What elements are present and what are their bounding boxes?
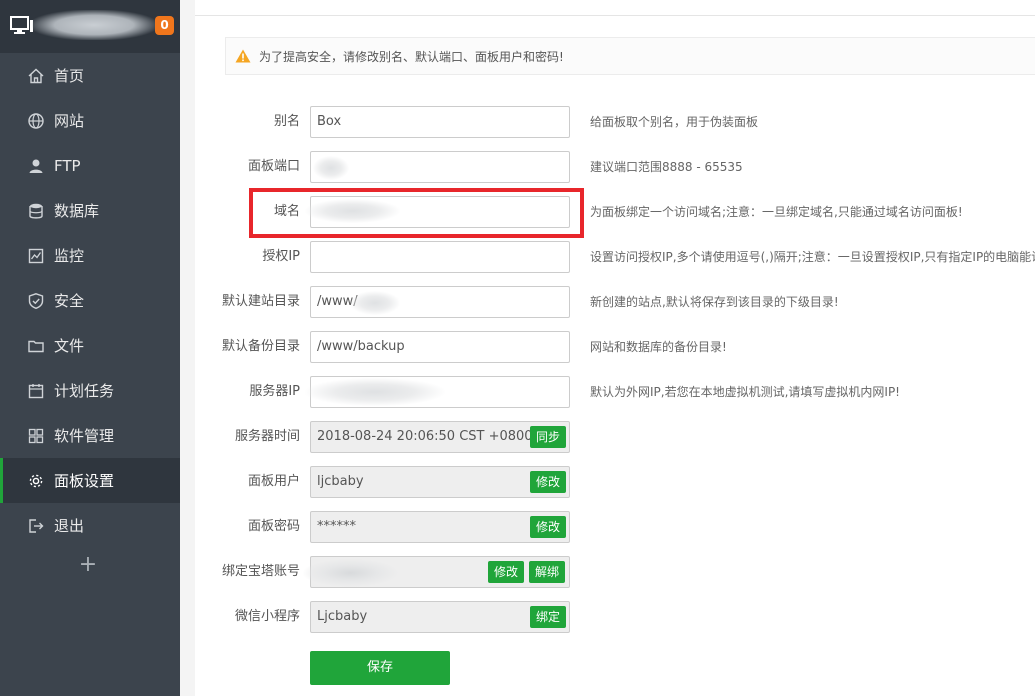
logout-icon xyxy=(27,517,45,535)
wechat-label: 微信小程序 xyxy=(234,609,300,624)
globe-icon xyxy=(27,112,45,130)
sidebar: 0 首页 网站 FTP 数据库 监控 安全 文件 计划任务 软件管理 面板设置 xyxy=(0,0,180,696)
sidebar-item-label: 退出 xyxy=(54,517,85,535)
edit-user-button[interactable]: 修改 xyxy=(530,471,567,493)
port-redacted xyxy=(313,156,349,180)
sidebar-item-monitor[interactable]: 监控 xyxy=(0,233,180,278)
sidebar-item-panel-settings[interactable]: 面板设置 xyxy=(0,458,180,503)
domain-highlight-box xyxy=(249,188,584,238)
sidebar-item-label: 软件管理 xyxy=(54,427,115,445)
port-input[interactable] xyxy=(310,151,570,183)
alert-text: 为了提高安全，请修改别名、默认端口、面板用户和密码! xyxy=(259,49,564,64)
sidebar-item-cron[interactable]: 计划任务 xyxy=(0,368,180,413)
port-hint: 建议端口范围8888 - 65535 xyxy=(590,160,743,174)
row-alias: 别名 Box 给面板取个别名，用于伪装面板 xyxy=(195,106,1035,138)
sidebar-item-label: 监控 xyxy=(54,247,85,265)
row-wechat: 微信小程序 Ljcbaby 绑定 xyxy=(195,601,1035,633)
auth-ip-label: 授权IP xyxy=(262,249,300,264)
site-dir-input[interactable]: /www/ xyxy=(310,286,570,318)
add-icon[interactable]: + xyxy=(78,554,98,576)
database-icon xyxy=(27,202,45,220)
calendar-icon xyxy=(27,382,45,400)
notification-badge[interactable]: 0 xyxy=(155,16,174,35)
site-dir-redacted xyxy=(350,291,400,315)
sidebar-item-database[interactable]: 数据库 xyxy=(0,188,180,233)
server-time-label: 服务器时间 xyxy=(234,429,300,444)
edit-password-button[interactable]: 修改 xyxy=(530,516,567,538)
backup-dir-label: 默认备份目录 xyxy=(221,339,300,354)
sidebar-item-ftp[interactable]: FTP xyxy=(0,143,180,188)
ftp-user-icon xyxy=(27,157,45,175)
row-bt-account: 绑定宝塔账号 修改 解绑 xyxy=(195,556,1035,588)
server-ip-label: 服务器IP xyxy=(249,384,300,399)
row-backup-dir: 默认备份目录 /www/backup 网站和数据库的备份目录! xyxy=(195,331,1035,363)
sidebar-item-files[interactable]: 文件 xyxy=(0,323,180,368)
domain-hint: 为面板绑定一个访问域名;注意：一旦绑定域名,只能通过域名访问面板! xyxy=(590,205,963,219)
unbind-bt-account-button[interactable]: 解绑 xyxy=(529,561,566,583)
sidebar-item-label: 数据库 xyxy=(54,202,100,220)
auth-ip-input[interactable] xyxy=(310,241,570,273)
sidebar-item-website[interactable]: 网站 xyxy=(0,98,180,143)
monitor-icon xyxy=(10,16,34,36)
row-auth-ip: 授权IP 设置访问授权IP,多个请使用逗号(,)隔开;注意：一旦设置授权IP,只… xyxy=(195,241,1035,273)
top-divider xyxy=(195,15,1035,16)
edit-bt-account-button[interactable]: 修改 xyxy=(488,561,525,583)
server-ip-redacted xyxy=(305,378,445,406)
home-icon xyxy=(27,67,45,85)
alias-input[interactable]: Box xyxy=(310,106,570,138)
sidebar-header: 0 xyxy=(0,0,180,53)
sidebar-item-software[interactable]: 软件管理 xyxy=(0,413,180,458)
main-content: 为了提高安全，请修改别名、默认端口、面板用户和密码! 别名 Box 给面板取个别… xyxy=(195,0,1035,696)
row-port: 面板端口 建议端口范围8888 - 65535 xyxy=(195,151,1035,183)
row-server-time: 服务器时间 2018-08-24 20:06:50 CST +0800 同步 xyxy=(195,421,1035,453)
security-alert: 为了提高安全，请修改别名、默认端口、面板用户和密码! xyxy=(225,37,1035,75)
sidebar-item-label: 文件 xyxy=(54,337,85,355)
site-dir-hint: 新创建的站点,默认将保存到该目录的下级目录! xyxy=(590,295,839,309)
port-label: 面板端口 xyxy=(247,159,300,174)
sidebar-item-label: 网站 xyxy=(54,112,85,130)
bt-account-label: 绑定宝塔账号 xyxy=(221,564,300,579)
monitor-chart-icon xyxy=(27,247,45,265)
bt-account-redacted xyxy=(303,559,398,587)
sidebar-item-label: 面板设置 xyxy=(54,472,115,490)
sidebar-item-label: 首页 xyxy=(54,67,85,85)
sidebar-item-security[interactable]: 安全 xyxy=(0,278,180,323)
sidebar-item-home[interactable]: 首页 xyxy=(0,53,180,98)
server-ip-hint: 默认为外网IP,若您在本地虚拟机测试,请填写虚拟机内网IP! xyxy=(590,385,900,399)
sidebar-item-label: FTP xyxy=(54,156,81,175)
row-panel-password: 面板密码 ****** 修改 xyxy=(195,511,1035,543)
shield-icon xyxy=(27,292,45,310)
sidebar-item-label: 计划任务 xyxy=(54,382,115,400)
warning-icon xyxy=(235,49,251,63)
backup-dir-hint: 网站和数据库的备份目录! xyxy=(590,340,727,354)
row-panel-user: 面板用户 ljcbaby 修改 xyxy=(195,466,1035,498)
auth-ip-hint: 设置访问授权IP,多个请使用逗号(,)隔开;注意：一旦设置授权IP,只有指定IP… xyxy=(590,250,1035,264)
sidebar-item-label: 安全 xyxy=(54,292,85,310)
bind-wechat-button[interactable]: 绑定 xyxy=(530,606,567,628)
site-dir-label: 默认建站目录 xyxy=(221,294,300,309)
alias-hint: 给面板取个别名，用于伪装面板 xyxy=(590,115,759,129)
backup-dir-input[interactable]: /www/backup xyxy=(310,331,570,363)
row-server-ip: 服务器IP 默认为外网IP,若您在本地虚拟机测试,请填写虚拟机内网IP! xyxy=(195,376,1035,408)
panel-user-label: 面板用户 xyxy=(247,474,300,489)
row-site-dir: 默认建站目录 /www/ 新创建的站点,默认将保存到该目录的下级目录! xyxy=(195,286,1035,318)
panel-password-label: 面板密码 xyxy=(247,519,300,534)
sync-time-button[interactable]: 同步 xyxy=(530,426,567,448)
save-button[interactable]: 保存 xyxy=(310,651,450,685)
server-name-redacted xyxy=(32,10,156,40)
sidebar-item-logout[interactable]: 退出 xyxy=(0,503,180,548)
gear-icon xyxy=(27,472,45,490)
folder-icon xyxy=(27,337,45,355)
grid-icon xyxy=(27,427,45,445)
alias-label: 别名 xyxy=(273,114,300,129)
